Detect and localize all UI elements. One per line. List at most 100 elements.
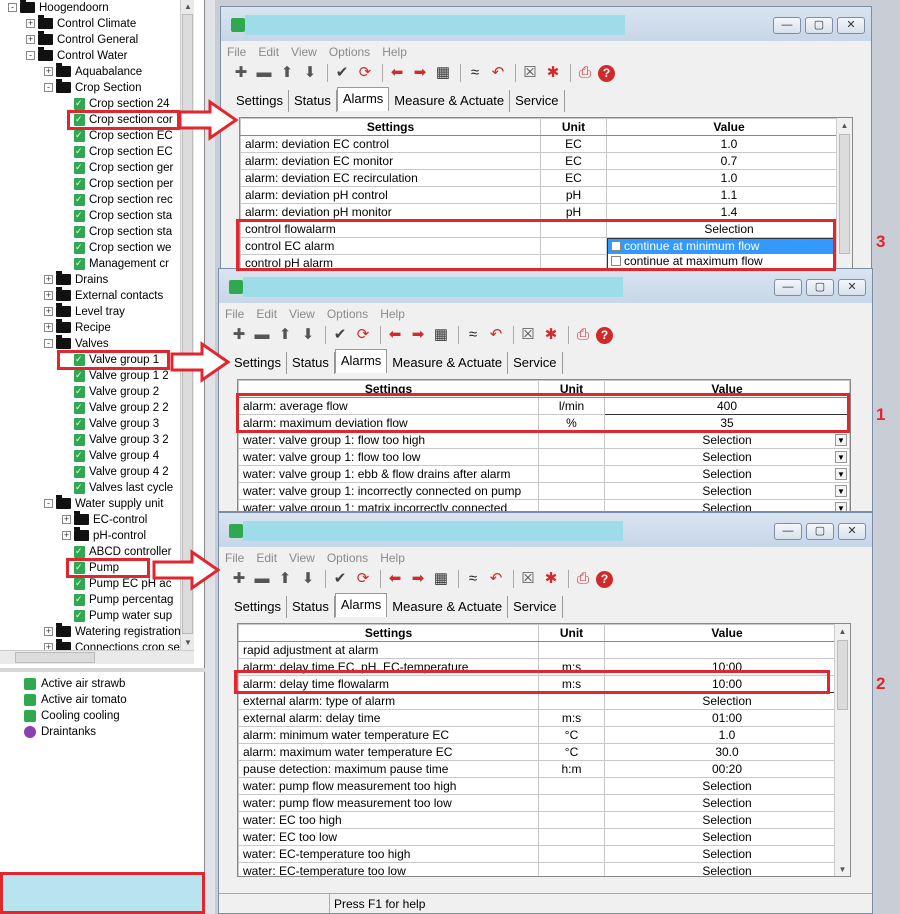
tab-status[interactable]: Status — [287, 352, 335, 374]
expand-toggle-icon[interactable]: + — [62, 531, 71, 541]
grid-icon[interactable]: ▦ — [431, 569, 451, 589]
clear-icon[interactable]: ☒ — [520, 63, 540, 83]
tab-settings[interactable]: Settings — [229, 352, 287, 374]
menu-item[interactable]: Options — [321, 549, 374, 567]
value-dropdown[interactable]: Selection▼ — [604, 862, 850, 876]
table-row[interactable]: alarm: deviation pH control pH 1.1 — [240, 186, 852, 204]
table-row[interactable]: water: pump flow measurement too low Sele… — [238, 794, 850, 812]
table-row[interactable]: water: EC-temperature too low Selection▼ — [238, 862, 850, 876]
value-cell[interactable]: 1.4 — [606, 203, 852, 221]
tree-item[interactable]: + Control General — [26, 31, 138, 48]
tab-measure-actuate[interactable]: Measure & Actuate — [387, 352, 509, 374]
menu-item[interactable]: View — [283, 305, 321, 323]
chevron-down-icon[interactable]: ▼ — [835, 468, 847, 480]
menu-item[interactable]: Help — [374, 305, 411, 323]
column-header[interactable]: Unit — [538, 380, 605, 398]
scroll-thumb[interactable] — [837, 640, 848, 710]
menu-item[interactable]: Edit — [252, 43, 285, 61]
expand-toggle-icon[interactable]: + — [44, 307, 53, 317]
apply-icon[interactable]: ✔ — [330, 325, 350, 345]
table-row[interactable]: water: pump flow measurement too high Sel… — [238, 777, 850, 795]
close-button[interactable]: ✕ — [838, 279, 866, 296]
table-row[interactable]: alarm: average flow l/min 400 — [238, 397, 850, 415]
expand-toggle-icon[interactable]: + — [44, 291, 53, 301]
option-continue-minimum-flow[interactable]: continue at minimum flow — [608, 239, 834, 254]
expand-toggle-icon[interactable]: + — [44, 275, 53, 285]
previous-icon[interactable]: ⬅ — [387, 63, 407, 83]
tab-alarms[interactable]: Alarms — [334, 593, 388, 617]
list-item[interactable]: Active air strawb — [24, 676, 125, 692]
value-cell[interactable]: 00:20 — [604, 760, 850, 778]
tab-settings[interactable]: Settings — [229, 596, 287, 618]
remove-icon[interactable]: ▬ — [252, 325, 272, 345]
value-dropdown[interactable]: Selection▼ — [604, 811, 850, 829]
value-dropdown[interactable]: Selection▼ — [604, 692, 850, 710]
tree-item[interactable]: Pump — [62, 559, 119, 576]
list-item[interactable]: Draintanks — [24, 724, 96, 740]
list-item[interactable]: Cooling cooling — [24, 708, 120, 724]
table-row[interactable]: water: EC-temperature too high Selection▼ — [238, 845, 850, 863]
tree-item[interactable]: Crop section sta — [62, 207, 172, 224]
tree-item[interactable]: Crop section cor — [62, 111, 173, 128]
tree-item[interactable]: Crop section we — [62, 239, 171, 256]
minimize-button[interactable]: — — [774, 523, 802, 540]
undo-icon[interactable]: ↶ — [488, 63, 508, 83]
grid-scrollbar[interactable]: ▲ — [836, 118, 852, 271]
collapse-icon[interactable]: ≈ — [463, 569, 483, 589]
tree-item[interactable]: Crop section per — [62, 175, 173, 192]
value-dropdown[interactable]: Selection▼ — [606, 220, 852, 238]
tab-status[interactable]: Status — [287, 596, 335, 618]
tree-item[interactable]: Valves last cycle — [62, 479, 173, 496]
table-row[interactable]: external alarm: type of alarm Selection▼ — [238, 692, 850, 710]
table-row[interactable]: alarm: minimum water temperature EC °C 1.0 — [238, 726, 850, 744]
menu-item[interactable]: File — [219, 305, 250, 323]
menu-item[interactable]: File — [219, 549, 250, 567]
tree-item[interactable]: Valve group 1 2 — [62, 367, 169, 384]
scroll-down-icon[interactable]: ▼ — [181, 636, 195, 650]
table-row[interactable]: control flowalarm Selection▼ — [240, 220, 852, 238]
value-dropdown[interactable]: Selection▼ — [604, 482, 850, 500]
previous-icon[interactable]: ⬅ — [385, 569, 405, 589]
expand-toggle-icon[interactable]: + — [44, 627, 53, 637]
move-down-icon[interactable]: ⬇ — [298, 569, 318, 589]
tree-item[interactable]: + Aquabalance — [44, 63, 142, 80]
next-icon[interactable]: ➡ — [408, 569, 428, 589]
table-row[interactable]: water: EC too low Selection▼ — [238, 828, 850, 846]
maximize-button[interactable]: ▢ — [806, 279, 834, 296]
undo-icon[interactable]: ↶ — [486, 569, 506, 589]
collapse-icon[interactable]: ≈ — [463, 325, 483, 345]
clear-icon[interactable]: ☒ — [518, 569, 538, 589]
menu-item[interactable]: View — [283, 549, 321, 567]
scroll-up-icon[interactable]: ▲ — [181, 0, 195, 14]
move-down-icon[interactable]: ⬇ — [300, 63, 320, 83]
tree-item[interactable]: Management cr — [62, 255, 169, 272]
table-row[interactable]: alarm: deviation EC control EC 1.0 — [240, 135, 852, 153]
next-icon[interactable]: ➡ — [410, 63, 430, 83]
tree-item[interactable]: - Hoogendoorn — [8, 0, 109, 16]
maximize-button[interactable]: ▢ — [806, 523, 834, 540]
value-dropdown[interactable]: Selection▼ — [604, 431, 850, 449]
asterisk-icon[interactable]: ✱ — [541, 325, 561, 345]
expand-toggle-icon[interactable]: + — [44, 67, 53, 77]
expand-toggle-icon[interactable]: + — [26, 19, 35, 29]
tree-item[interactable]: Valve group 4 — [62, 447, 159, 464]
print-icon[interactable]: ⎙ — [575, 63, 595, 83]
table-row[interactable]: pause detection: maximum pause time h:m 00… — [238, 760, 850, 778]
minimize-button[interactable]: — — [774, 279, 802, 296]
grid-icon[interactable]: ▦ — [433, 63, 453, 83]
column-header[interactable]: Unit — [538, 624, 605, 642]
value-dropdown[interactable]: Selection▼ — [604, 777, 850, 795]
column-header[interactable]: Settings — [240, 118, 541, 136]
value-dropdown[interactable]: Selection▼ — [604, 465, 850, 483]
asterisk-icon[interactable]: ✱ — [543, 63, 563, 83]
tree-item[interactable]: + pH-control — [62, 527, 146, 544]
previous-icon[interactable]: ⬅ — [385, 325, 405, 345]
tree-item[interactable]: + Watering registration — [44, 623, 180, 640]
tree-item[interactable]: + Drains — [44, 271, 108, 288]
value-cell[interactable]: 30.0 — [604, 743, 850, 761]
value-dropdown[interactable]: ▼ — [604, 641, 850, 659]
tree-item[interactable]: + External contacts — [44, 287, 163, 304]
maximize-button[interactable]: ▢ — [805, 17, 833, 34]
refresh-icon[interactable]: ⟳ — [353, 569, 373, 589]
table-row[interactable]: alarm: maximum water temperature EC °C 30.… — [238, 743, 850, 761]
